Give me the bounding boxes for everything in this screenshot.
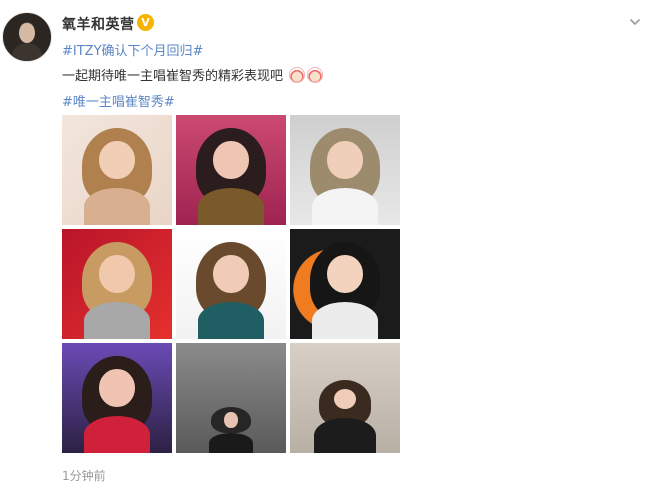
- author-name[interactable]: 氧羊和英营: [62, 14, 135, 34]
- heart-face-emoji-icon: [289, 66, 306, 83]
- photo-5[interactable]: [176, 229, 286, 339]
- photo-9[interactable]: [290, 343, 400, 453]
- avatar[interactable]: [2, 12, 52, 62]
- chevron-down-icon[interactable]: [629, 16, 641, 28]
- post-timestamp[interactable]: 1分钟前: [62, 467, 106, 484]
- photo-1[interactable]: [62, 115, 172, 225]
- photo-7[interactable]: [62, 343, 172, 453]
- photo-8[interactable]: [176, 343, 286, 453]
- heart-face-emoji-icon: [307, 66, 324, 83]
- photo-2[interactable]: [176, 115, 286, 225]
- photo-4[interactable]: [62, 229, 172, 339]
- image-grid: [62, 115, 401, 454]
- post-text-body: 一起期待唯一主唱崔智秀的精彩表现吧: [62, 69, 284, 84]
- post-text: 一起期待唯一主唱崔智秀的精彩表现吧: [62, 65, 324, 84]
- hashtag-link-itzy[interactable]: #ITZY确认下个月回归#: [62, 40, 203, 59]
- emoji-group: [289, 66, 324, 83]
- avatar-face: [19, 23, 35, 43]
- verified-badge-icon: V: [137, 14, 154, 31]
- avatar-body: [11, 43, 43, 61]
- hashtag-link-main-vocal[interactable]: #唯一主唱崔智秀#: [62, 91, 175, 110]
- photo-6[interactable]: [290, 229, 400, 339]
- photo-3[interactable]: [290, 115, 400, 225]
